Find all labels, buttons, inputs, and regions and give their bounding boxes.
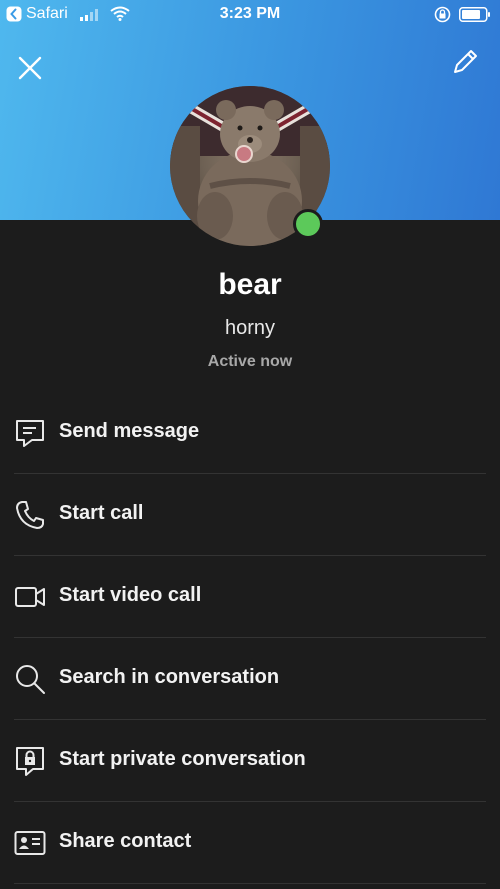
start-private-conversation-button[interactable]: Start private conversation bbox=[14, 720, 486, 802]
send-message-button[interactable]: Send message bbox=[14, 392, 486, 474]
action-list: Send message Start call Start video call… bbox=[0, 392, 500, 884]
phone-icon bbox=[14, 499, 46, 531]
profile-name: bear bbox=[218, 268, 282, 301]
battery-icon bbox=[459, 7, 491, 27]
presence-status: Active now bbox=[207, 353, 293, 370]
close-icon[interactable] bbox=[16, 54, 44, 82]
rotation-lock-icon bbox=[434, 6, 451, 28]
search-icon bbox=[14, 663, 46, 695]
action-label: Share contact bbox=[59, 830, 192, 852]
profile-mood: horny bbox=[224, 317, 276, 339]
start-video-call-button[interactable]: Start video call bbox=[14, 556, 486, 638]
online-status-dot bbox=[293, 209, 323, 239]
action-label: Search in conversation bbox=[59, 666, 280, 688]
search-in-conversation-button[interactable]: Search in conversation bbox=[14, 638, 486, 720]
action-label: Send message bbox=[59, 420, 200, 442]
lock-icon bbox=[14, 745, 46, 777]
action-label: Start private conversation bbox=[59, 748, 306, 770]
start-call-button[interactable]: Start call bbox=[14, 474, 486, 556]
status-bar: Safari 3:23 PM bbox=[0, 0, 500, 30]
video-camera-icon bbox=[14, 581, 46, 613]
action-label: Start call bbox=[59, 502, 144, 524]
status-time: 3:23 PM bbox=[219, 5, 281, 22]
pencil-icon[interactable] bbox=[449, 46, 481, 78]
share-contact-button[interactable]: Share contact bbox=[14, 802, 486, 884]
message-icon bbox=[14, 417, 46, 449]
action-label: Start video call bbox=[59, 584, 202, 606]
contact-card-icon bbox=[14, 827, 46, 859]
